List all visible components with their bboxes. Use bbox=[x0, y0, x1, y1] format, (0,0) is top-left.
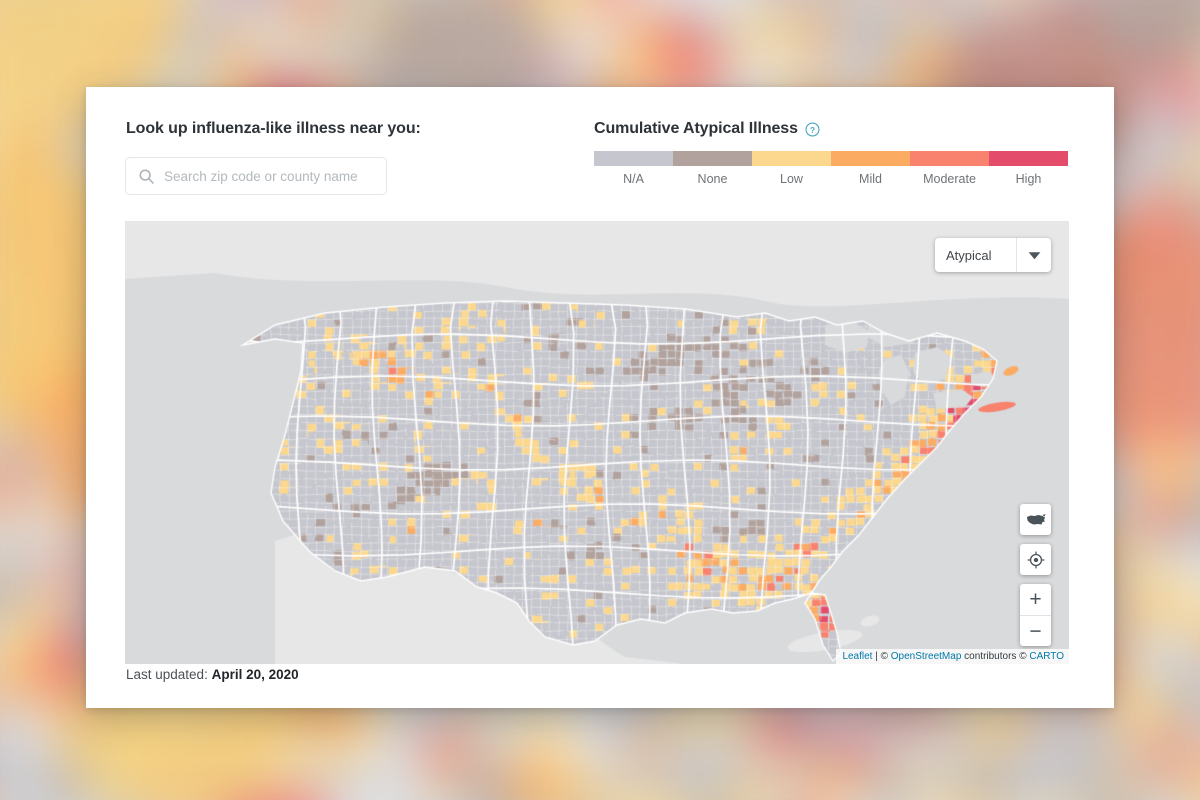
dashboard-card: Look up influenza-like illness near you:… bbox=[86, 87, 1114, 708]
crosshair-icon bbox=[1027, 551, 1044, 568]
locate-me-button[interactable] bbox=[1020, 544, 1051, 575]
last-updated-label: Last updated: bbox=[126, 667, 212, 682]
legend-label-none: None bbox=[697, 172, 728, 186]
zoom-out-button[interactable]: − bbox=[1020, 615, 1051, 646]
reset-view-button[interactable] bbox=[1020, 504, 1051, 535]
attrib-contributors: contributors bbox=[961, 651, 1020, 662]
legend-label-high: High bbox=[1015, 172, 1042, 186]
search-input-wrapper[interactable] bbox=[125, 157, 387, 195]
legend: N/A None Low Mild Moderate High bbox=[594, 151, 1068, 186]
attrib-sep: | bbox=[872, 651, 881, 662]
carto-copyright: © bbox=[1019, 651, 1030, 662]
chevron-down-icon[interactable] bbox=[1017, 251, 1051, 260]
legend-title-row: Cumulative Atypical Illness ? bbox=[594, 120, 820, 138]
legend-label-na: N/A bbox=[623, 172, 644, 186]
last-updated: Last updated: April 20, 2020 bbox=[126, 667, 299, 682]
zoom-in-button[interactable]: + bbox=[1020, 584, 1051, 615]
card-header: Look up influenza-like illness near you:… bbox=[86, 87, 1114, 217]
legend-swatch-mild bbox=[831, 151, 910, 166]
legend-label-low: Low bbox=[780, 172, 803, 186]
lookup-title: Look up influenza-like illness near you: bbox=[126, 120, 421, 137]
legend-labels: N/A None Low Mild Moderate High bbox=[594, 172, 1068, 186]
zoom-controls: + − bbox=[1020, 584, 1051, 646]
legend-label-mild: Mild bbox=[859, 172, 882, 186]
osm-link[interactable]: OpenStreetMap bbox=[891, 651, 962, 662]
legend-swatch-low bbox=[752, 151, 831, 166]
osm-copyright: © bbox=[880, 651, 891, 662]
legend-title: Cumulative Atypical Illness bbox=[594, 120, 798, 137]
legend-swatch-high bbox=[989, 151, 1068, 166]
svg-text:?: ? bbox=[810, 125, 815, 134]
map-controls: + − bbox=[1020, 495, 1051, 646]
search-icon bbox=[139, 168, 154, 184]
map-attribution: Leaflet | © OpenStreetMap contributors ©… bbox=[836, 649, 1069, 664]
carto-link[interactable]: CARTO bbox=[1029, 651, 1064, 662]
map-canvas[interactable] bbox=[125, 221, 1069, 664]
legend-label-moderate: Moderate bbox=[923, 172, 976, 186]
search-input[interactable] bbox=[164, 168, 386, 184]
legend-swatch-na bbox=[594, 151, 673, 166]
metric-select[interactable]: Atypical bbox=[935, 238, 1051, 272]
metric-select-value: Atypical bbox=[946, 247, 992, 263]
help-circle-icon[interactable]: ? bbox=[805, 121, 820, 137]
legend-swatch-moderate bbox=[910, 151, 989, 166]
usa-shape-icon bbox=[1026, 513, 1045, 524]
leaflet-link[interactable]: Leaflet bbox=[842, 651, 872, 662]
last-updated-date: April 20, 2020 bbox=[211, 667, 299, 682]
choropleth-map[interactable]: Atypical + − Leaflet | © OpenStreetMap c… bbox=[125, 221, 1069, 664]
legend-color-bar bbox=[594, 151, 1068, 166]
legend-swatch-none bbox=[673, 151, 752, 166]
